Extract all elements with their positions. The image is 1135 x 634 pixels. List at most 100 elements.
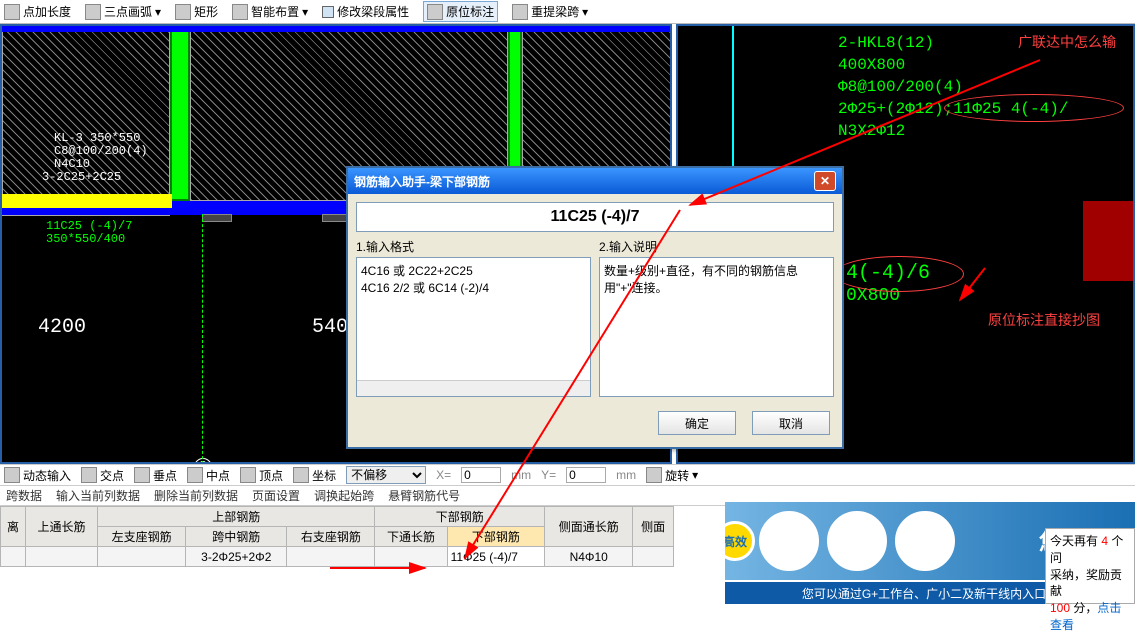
tab-del-col[interactable]: 删除当前列数据 bbox=[154, 487, 238, 504]
format-text: 4C16 或 2C22+2C25 4C16 2/2 或 6C14 (-2)/4 bbox=[361, 264, 489, 295]
cell[interactable]: 3-2Φ25+2Φ2 bbox=[186, 547, 287, 567]
cell[interactable] bbox=[98, 547, 186, 567]
col-head[interactable]: 侧面 bbox=[633, 507, 674, 547]
tool-edit-beam[interactable]: 修改梁段属性 bbox=[322, 3, 409, 20]
reward-notice[interactable]: 今天再有 4 个问 采纳，奖励贡献 100 分，点击查看 bbox=[1045, 528, 1135, 604]
format-list[interactable]: 4C16 或 2C22+2C25 4C16 2/2 或 6C14 (-2)/4 bbox=[356, 257, 591, 397]
tool-label: 交点 bbox=[100, 467, 124, 484]
dialog-title-bar[interactable]: 钢筋输入助手-梁下部钢筋 ✕ bbox=[348, 168, 842, 194]
red-ellipse bbox=[944, 94, 1124, 122]
dyn-input-button[interactable]: 动态输入 bbox=[4, 467, 71, 484]
col-head[interactable]: 下通长筋 bbox=[375, 527, 447, 547]
chevron-down-icon: ▾ bbox=[302, 5, 308, 19]
tool-three-arc[interactable]: 三点画弧▾ bbox=[85, 3, 161, 20]
avatar bbox=[827, 511, 887, 571]
rebar-table[interactable]: 离 上通长筋 上部钢筋 下部钢筋 侧面通长筋 侧面 左支座钢筋 跨中钢筋 右支座… bbox=[0, 506, 674, 567]
beam-label: 11C25 (-4)/7 bbox=[46, 219, 132, 233]
desc-text: 数量+级别+直径，有不同的钢筋信息用"+"连接。 bbox=[604, 264, 798, 295]
chevron-down-icon: ▾ bbox=[155, 5, 161, 19]
tool-redo-span[interactable]: 重提梁跨▾ bbox=[512, 3, 588, 20]
highlight-block bbox=[2, 194, 172, 208]
tab-page-setup[interactable]: 页面设置 bbox=[252, 487, 300, 504]
snap-intersect[interactable]: 交点 bbox=[81, 467, 124, 484]
snap-perp[interactable]: 垂点 bbox=[134, 467, 177, 484]
rebar-value-input[interactable] bbox=[356, 202, 834, 232]
rotate-button[interactable]: 旋转▾ bbox=[646, 467, 698, 484]
unit: mm bbox=[511, 468, 531, 482]
col-group-head: 上部钢筋 bbox=[98, 507, 375, 527]
snap-coord[interactable]: 坐标 bbox=[293, 467, 336, 484]
close-icon[interactable]: ✕ bbox=[814, 171, 836, 191]
scrollbar[interactable] bbox=[357, 380, 590, 396]
beam-label: 3-2C25+2C25 bbox=[42, 170, 121, 184]
desc-box: 数量+级别+直径，有不同的钢筋信息用"+"连接。 bbox=[599, 257, 834, 397]
main-toolbar: 点加长度 三点画弧▾ 矩形 智能布置▾ 修改梁段属性 原位标注 重提梁跨▾ bbox=[0, 0, 1135, 24]
cell[interactable] bbox=[633, 547, 674, 567]
tool-label: 三点画弧 bbox=[104, 3, 152, 20]
cell[interactable] bbox=[25, 547, 97, 567]
perp-icon bbox=[134, 467, 150, 483]
axis-line bbox=[202, 214, 203, 464]
notice-line: 采纳，奖励贡献 bbox=[1050, 567, 1130, 601]
col-group-head: 下部钢筋 bbox=[375, 507, 545, 527]
cell-editing[interactable]: 11Φ25 (-4)/7 bbox=[447, 547, 545, 567]
ok-button[interactable]: 确定 bbox=[658, 411, 736, 435]
offset-y-input[interactable] bbox=[566, 467, 606, 483]
column bbox=[170, 26, 190, 201]
beam-label: KL-3 350*550 bbox=[54, 131, 140, 145]
rebar-input-dialog: 钢筋输入助手-梁下部钢筋 ✕ 1.输入格式 4C16 或 2C22+2C25 4… bbox=[346, 166, 844, 449]
chevron-down-icon: ▾ bbox=[582, 5, 588, 19]
tool-label: 原位标注 bbox=[446, 3, 494, 20]
axis-bubble: 2 bbox=[194, 458, 212, 464]
tool-add-length[interactable]: 点加长度 bbox=[4, 3, 71, 20]
offset-select[interactable]: 不偏移 bbox=[346, 466, 426, 484]
tool-label: 点加长度 bbox=[23, 3, 71, 20]
tab-cant-code[interactable]: 悬臂钢筋代号 bbox=[388, 487, 460, 504]
checkbox-icon bbox=[322, 6, 334, 18]
table-row[interactable]: 3-2Φ25+2Φ2 11Φ25 (-4)/7 N4Φ10 bbox=[1, 547, 674, 567]
format-heading: 1.输入格式 bbox=[356, 238, 591, 255]
cell[interactable] bbox=[375, 547, 447, 567]
tool-rect[interactable]: 矩形 bbox=[175, 3, 218, 20]
col-head-active[interactable]: 下部钢筋 bbox=[447, 527, 545, 547]
cell[interactable] bbox=[1, 547, 26, 567]
col-head[interactable]: 侧面通长筋 bbox=[545, 507, 633, 547]
snap-mid[interactable]: 中点 bbox=[187, 467, 230, 484]
dyn-icon bbox=[4, 467, 20, 483]
col-head[interactable]: 右支座钢筋 bbox=[287, 527, 375, 547]
beam-label: N3X2Φ12 bbox=[838, 122, 905, 140]
annotation: 原位标注直接抄图 bbox=[988, 310, 1100, 330]
avatar bbox=[895, 511, 955, 571]
coord-icon bbox=[293, 467, 309, 483]
col-head[interactable]: 左支座钢筋 bbox=[98, 527, 186, 547]
tool-label: 顶点 bbox=[259, 467, 283, 484]
mark-icon bbox=[427, 4, 443, 20]
desc-heading: 2.输入说明 bbox=[599, 238, 834, 255]
col-head[interactable]: 跨中钢筋 bbox=[186, 527, 287, 547]
col-head[interactable]: 上通长筋 bbox=[25, 507, 97, 547]
tool-label: 矩形 bbox=[194, 3, 218, 20]
arc-icon bbox=[85, 4, 101, 20]
intersect-icon bbox=[81, 467, 97, 483]
notice-line: 今天再有 4 个问 bbox=[1050, 533, 1130, 567]
chevron-down-icon: ▾ bbox=[692, 468, 698, 482]
rotate-icon bbox=[646, 467, 662, 483]
tab-current-col[interactable]: 输入当前列数据 bbox=[56, 487, 140, 504]
cancel-button[interactable]: 取消 bbox=[752, 411, 830, 435]
tool-inplace-mark[interactable]: 原位标注 bbox=[423, 1, 498, 22]
tool-label: 重提梁跨 bbox=[531, 3, 579, 20]
notice-line: 100 分，点击查看 bbox=[1050, 600, 1130, 634]
offset-x-input[interactable] bbox=[461, 467, 501, 483]
tool-label: 坐标 bbox=[312, 467, 336, 484]
tool-smart-place[interactable]: 智能布置▾ bbox=[232, 3, 308, 20]
cell[interactable] bbox=[287, 547, 375, 567]
end-icon bbox=[240, 467, 256, 483]
cell[interactable]: N4Φ10 bbox=[545, 547, 633, 567]
beam-label: 350*550/400 bbox=[46, 232, 125, 246]
snap-end[interactable]: 顶点 bbox=[240, 467, 283, 484]
table-row: 离 上通长筋 上部钢筋 下部钢筋 侧面通长筋 侧面 bbox=[1, 507, 674, 527]
tab-swap-start[interactable]: 调换起始跨 bbox=[314, 487, 374, 504]
redo-icon bbox=[512, 4, 528, 20]
tab-span[interactable]: 跨数据 bbox=[6, 487, 42, 504]
dialog-title: 钢筋输入助手-梁下部钢筋 bbox=[354, 173, 490, 190]
